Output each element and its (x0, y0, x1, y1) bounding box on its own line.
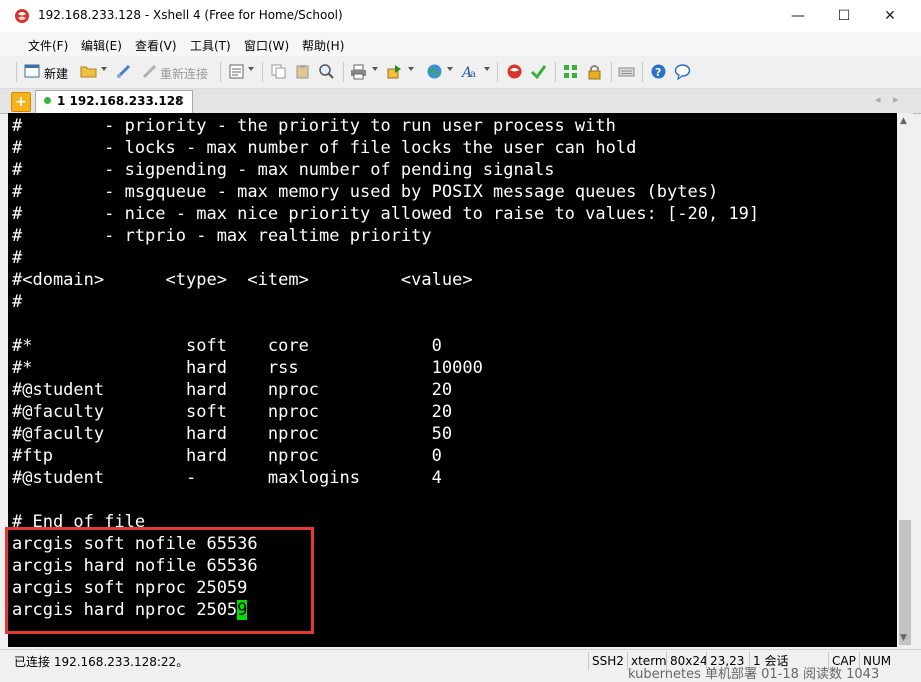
toolbar-separator (262, 62, 263, 82)
xftp-icon[interactable] (506, 63, 523, 80)
window-title: 192.168.233.128 - Xshell 4 (Free for Hom… (38, 8, 343, 22)
transfer-icon[interactable] (386, 63, 403, 80)
scrollbar-thumb[interactable] (899, 520, 911, 645)
layout-icon[interactable] (562, 63, 579, 80)
xshell-logo-icon (15, 9, 29, 23)
svg-text:?: ? (655, 66, 661, 79)
connect-icon[interactable] (115, 63, 132, 80)
menu-tools[interactable]: 工具(T) (190, 37, 231, 54)
reconnect-button[interactable]: 重新连接 (160, 65, 208, 82)
red-highlight-box (5, 527, 314, 634)
toolbar-separator (611, 62, 612, 82)
menu-view[interactable]: 查看(V) (135, 37, 177, 54)
svg-text:a: a (470, 69, 476, 80)
toolbar-separator (555, 62, 556, 82)
toolbar-separator (642, 62, 643, 82)
keyboard-icon[interactable] (618, 63, 635, 80)
terminal-line: #<domain> <type> <item> <value> (12, 270, 473, 290)
menu-file[interactable]: 文件(F) (28, 37, 68, 54)
maximize-button[interactable]: ☐ (821, 0, 867, 32)
tunnel-icon[interactable] (530, 63, 547, 80)
properties-icon[interactable] (228, 63, 245, 80)
terminal-line: # - rtprio - max realtime priority (12, 226, 432, 246)
connected-status-icon (44, 97, 51, 104)
terminal-line: # - sigpending - max number of pending s… (12, 160, 555, 180)
globe-dropdown-icon[interactable] (447, 67, 453, 71)
terminal-line: # - nice - max nice priority allowed to … (12, 204, 760, 224)
tab-prev-icon[interactable]: ◂ (875, 93, 881, 106)
terminal-line: # - msgqueue - max memory used by POSIX … (12, 182, 719, 202)
minimize-button[interactable]: — (775, 0, 821, 32)
copy-icon[interactable] (270, 63, 287, 80)
open-dropdown-icon[interactable] (101, 67, 107, 71)
scroll-down-icon[interactable]: ▼ (900, 633, 907, 643)
terminal-line: #@student - maxlogins 4 (12, 468, 442, 488)
terminal-line: # - locks - max number of file locks the… (12, 138, 637, 158)
new-session-button[interactable]: 新建 (44, 65, 68, 82)
globe-icon[interactable] (426, 63, 443, 80)
terminal-line: # (12, 292, 23, 312)
terminal-line: #* hard rss 10000 (12, 358, 483, 378)
menu-window[interactable]: 窗口(W) (244, 37, 289, 54)
terminal-line: #ftp hard nproc 0 (12, 446, 442, 466)
chat-icon[interactable] (674, 63, 691, 80)
new-session-icon[interactable] (24, 63, 41, 80)
print-icon[interactable] (350, 63, 367, 80)
terminal-line: #@faculty hard nproc 50 (12, 424, 453, 444)
print-dropdown-icon[interactable] (372, 67, 378, 71)
terminal-line: # - priority - the priority to run user … (12, 116, 616, 136)
toolbar-separator (220, 62, 221, 82)
menu-edit[interactable]: 编辑(E) (81, 37, 122, 54)
terminal-line: #@faculty soft nproc 20 (12, 402, 453, 422)
font-icon[interactable]: Aa (461, 63, 478, 80)
status-protocol: SSH2 (588, 652, 627, 670)
transfer-dropdown-icon[interactable] (408, 67, 414, 71)
terminal-line: # (12, 248, 23, 268)
tab-session-label[interactable]: 1 192.168.233.128 (57, 94, 183, 108)
connection-status: 已连接 192.168.233.128:22。 (14, 655, 189, 669)
font-dropdown-icon[interactable] (484, 67, 490, 71)
close-button[interactable]: ✕ (867, 0, 913, 32)
tab-close-icon[interactable]: × (175, 93, 185, 107)
reconnect-icon (142, 64, 157, 79)
add-tab-button[interactable]: + (11, 92, 31, 112)
paste-icon[interactable] (294, 63, 311, 80)
tab-next-icon[interactable]: ▸ (893, 93, 899, 106)
find-icon[interactable] (318, 63, 335, 80)
help-icon[interactable]: ? (650, 63, 667, 80)
background-page-text: kubernetes 单机部署 01-18 阅读数 1043 (628, 667, 880, 682)
lock-icon[interactable] (586, 63, 603, 80)
toolbar-separator (343, 62, 344, 82)
scroll-up-icon[interactable]: ▲ (900, 116, 907, 126)
toolbar-separator (497, 62, 498, 82)
terminal-line: #@student hard nproc 20 (12, 380, 453, 400)
menu-help[interactable]: 帮助(H) (302, 37, 344, 54)
open-folder-icon[interactable] (80, 63, 97, 80)
terminal-line: #* soft core 0 (12, 336, 442, 356)
toolbar-grip (16, 62, 17, 82)
properties-dropdown-icon[interactable] (248, 67, 254, 71)
